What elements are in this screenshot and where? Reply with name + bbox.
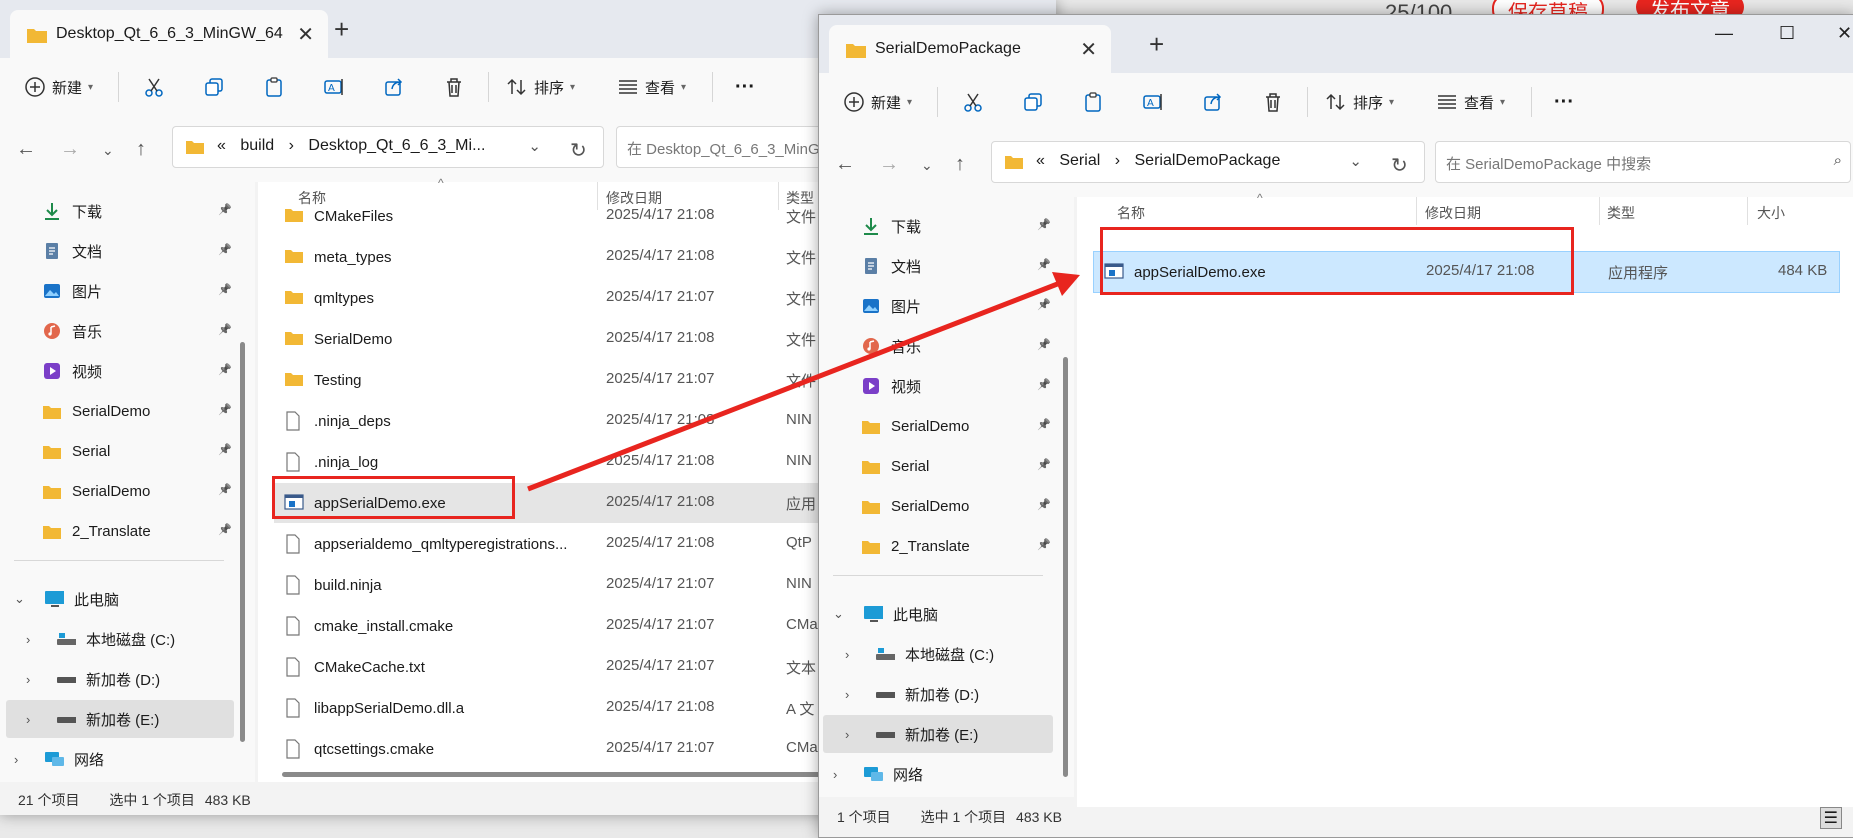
drag-arrow-icon <box>527 272 1080 492</box>
